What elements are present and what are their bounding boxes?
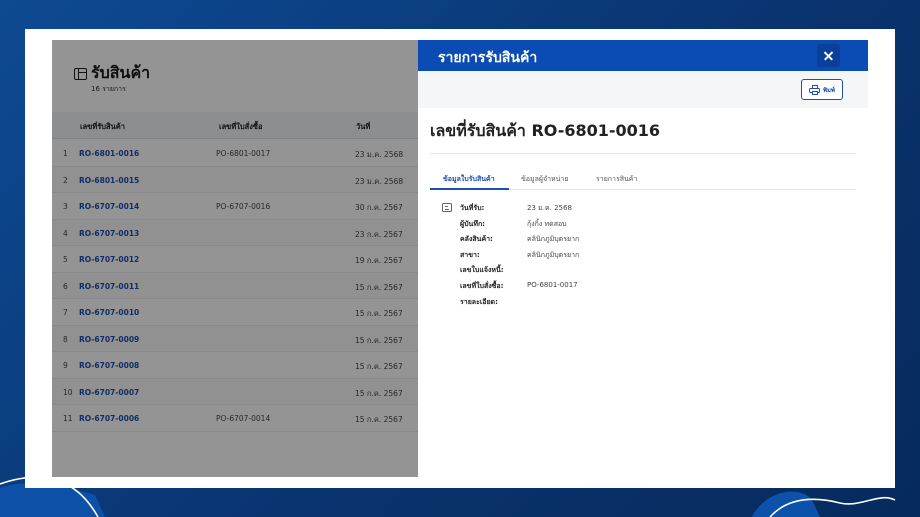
detail-label: สาขา:	[460, 250, 480, 259]
detail-value: กุ้งกิ้ง ทดสอบ	[527, 219, 567, 228]
receipt-detail-drawer: รายการรับสินค้า พิมพ์ เลขที่รับสินค้า RO…	[418, 40, 868, 477]
detail-label: ผู้บันทึก:	[460, 219, 485, 228]
detail-value: คลินิกภูมิบุตรยาก	[527, 235, 580, 244]
detail-label: รายละเอียด:	[460, 297, 498, 306]
print-button-label: พิมพ์	[823, 86, 835, 94]
document-icon	[442, 203, 452, 212]
detail-value: คลินิกภูมิบุตรยาก	[527, 250, 580, 259]
divider	[430, 153, 856, 154]
detail-value: PO-6801-0017	[527, 281, 578, 289]
detail-label: เลขที่ใบสั่งซื้อ:	[460, 282, 504, 290]
printer-icon	[809, 84, 821, 95]
detail-label: เลขใบแจ้งหนี้:	[460, 266, 504, 275]
print-button[interactable]: พิมพ์	[801, 79, 843, 100]
detail-value: 23 ม.ค. 2568	[527, 204, 572, 212]
drawer-toolbar: พิมพ์	[418, 71, 868, 108]
tab-product-list[interactable]: รายการสินค้า	[596, 174, 637, 185]
drawer-header: รายการรับสินค้า	[418, 40, 868, 71]
close-icon[interactable]	[817, 44, 840, 67]
detail-label: วันที่รับ:	[460, 204, 485, 212]
document-title: เลขที่รับสินค้า RO-6801-0016	[430, 121, 661, 140]
tab-receipt-info[interactable]: ข้อมูลใบรับสินค้า	[443, 174, 495, 185]
active-tab-indicator	[430, 188, 509, 190]
detail-tabs: ข้อมูลใบรับสินค้า ข้อมูลผู้จำหน่าย รายกา…	[430, 168, 856, 190]
detail-label: คลังสินค้า:	[460, 235, 493, 244]
modal-backdrop[interactable]	[52, 40, 418, 477]
drawer-title: รายการรับสินค้า	[438, 50, 538, 66]
tab-supplier-info[interactable]: ข้อมูลผู้จำหน่าย	[521, 174, 568, 185]
